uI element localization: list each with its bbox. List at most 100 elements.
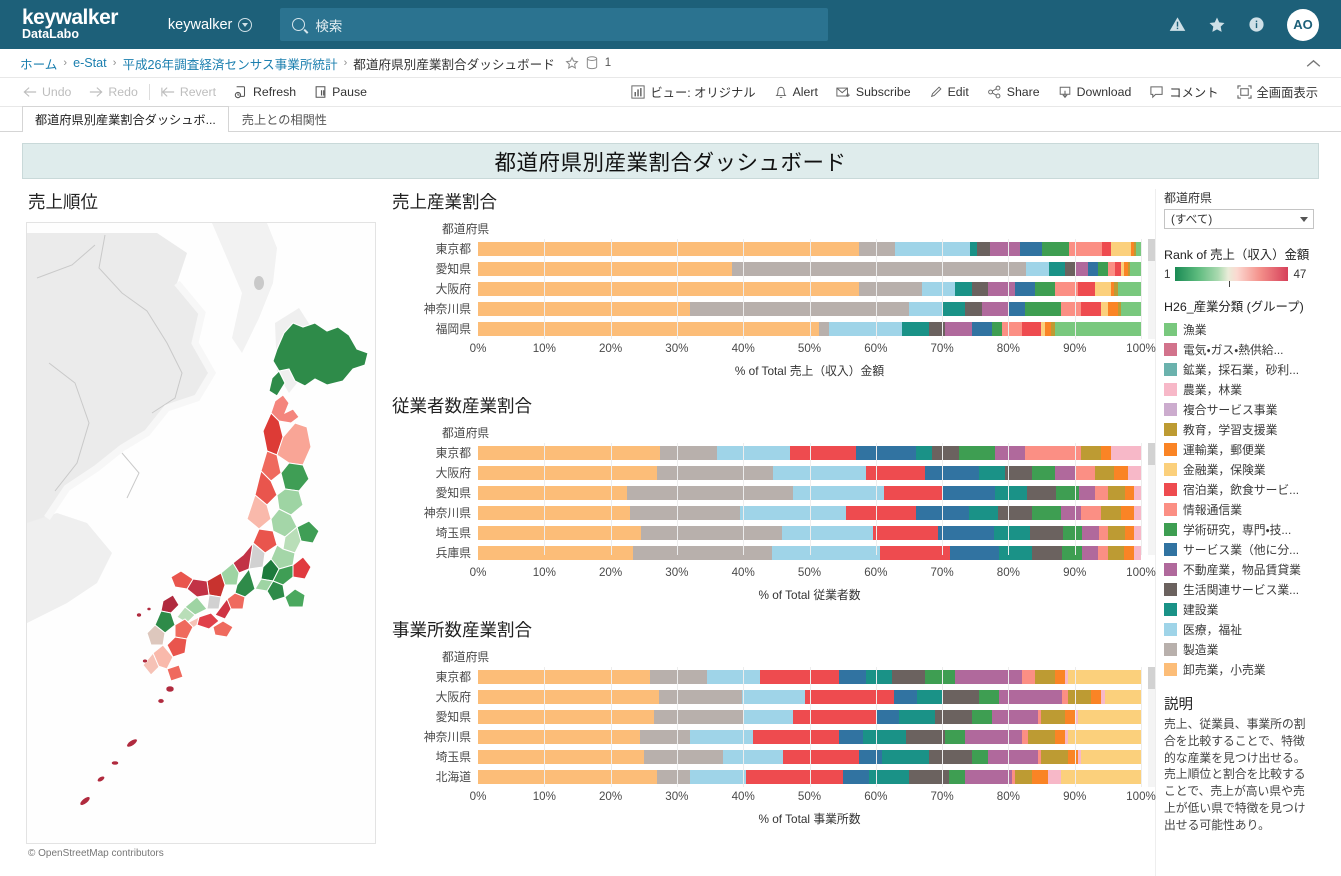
bar-segment[interactable]: [792, 710, 876, 724]
edit-button[interactable]: Edit: [920, 85, 978, 99]
bar-segment[interactable]: [1074, 466, 1095, 480]
bar-segment[interactable]: [1117, 282, 1141, 296]
bar-segment[interactable]: [660, 446, 717, 460]
avatar[interactable]: AO: [1287, 8, 1319, 41]
bar-segment[interactable]: [1127, 466, 1141, 480]
bar-segment[interactable]: [1114, 262, 1122, 276]
bar-segment[interactable]: [884, 486, 943, 500]
bars-area[interactable]: [478, 443, 1155, 560]
bar-segment[interactable]: [994, 526, 1030, 540]
bar-segment[interactable]: [657, 770, 691, 784]
bar-segment[interactable]: [1088, 262, 1099, 276]
legend-item[interactable]: 電気・ガス・熱供給...: [1164, 339, 1341, 359]
bar-segment[interactable]: [1065, 262, 1075, 276]
bar-segment[interactable]: [1031, 466, 1055, 480]
bar-segment[interactable]: [976, 242, 990, 256]
bar-segment[interactable]: [1024, 446, 1082, 460]
bar-segment[interactable]: [1129, 262, 1141, 276]
bar-segment[interactable]: [789, 446, 856, 460]
bar-segment[interactable]: [659, 690, 742, 704]
bar-segment[interactable]: [898, 710, 936, 724]
bar-segment[interactable]: [643, 750, 724, 764]
bar-segment[interactable]: [1107, 546, 1125, 560]
view-original-button[interactable]: ビュー: オリジナル: [622, 83, 764, 101]
bar-segment[interactable]: [1108, 526, 1125, 540]
legend-item[interactable]: サービス業（他に分...: [1164, 539, 1341, 559]
vertical-scrollbar[interactable]: [1148, 239, 1155, 339]
bar-segment[interactable]: [1048, 770, 1062, 784]
bar-segment[interactable]: [928, 750, 972, 764]
bar-segment[interactable]: [653, 710, 744, 724]
bar-segment[interactable]: [1082, 526, 1099, 540]
bar-segment[interactable]: [1107, 262, 1115, 276]
bar-segment[interactable]: [1101, 302, 1108, 316]
legend-item[interactable]: 製造業: [1164, 639, 1341, 659]
scrollbar-thumb[interactable]: [1148, 239, 1155, 261]
bar-segment[interactable]: [478, 730, 641, 744]
bar-segment[interactable]: [771, 546, 881, 560]
breadcrumb-item-estat[interactable]: e-Stat: [73, 56, 107, 70]
bar-segment[interactable]: [892, 670, 926, 684]
breadcrumb-item-home[interactable]: ホーム: [20, 54, 57, 73]
bar-segment[interactable]: [1068, 690, 1092, 704]
bar-segment[interactable]: [1067, 730, 1141, 744]
bar-segment[interactable]: [858, 242, 895, 256]
bar-segment[interactable]: [948, 770, 966, 784]
bar-segment[interactable]: [1014, 770, 1032, 784]
bar-segment[interactable]: [935, 710, 972, 724]
bar-segment[interactable]: [971, 710, 992, 724]
bar-segment[interactable]: [478, 446, 661, 460]
bar-segment[interactable]: [1019, 242, 1043, 256]
revert-button[interactable]: Revert: [152, 85, 225, 99]
bar-row[interactable]: [478, 707, 1141, 727]
tab-correlation[interactable]: 売上との相関性: [229, 106, 340, 132]
bar-segment[interactable]: [1111, 446, 1141, 460]
bar-segment[interactable]: [1134, 506, 1141, 520]
legend-item[interactable]: 金融業，保険業: [1164, 459, 1341, 479]
legend-item[interactable]: 情報通信業: [1164, 499, 1341, 519]
bar-segment[interactable]: [1029, 526, 1063, 540]
bar-segment[interactable]: [945, 322, 972, 336]
bar-segment[interactable]: [1061, 506, 1082, 520]
refresh-button[interactable]: Refresh: [225, 85, 305, 99]
bar-row[interactable]: [478, 543, 1141, 563]
bar-segment[interactable]: [478, 546, 634, 560]
bar-segment[interactable]: [1079, 486, 1096, 500]
redo-button[interactable]: Redo: [80, 85, 146, 99]
rank-color-legend[interactable]: 1 47: [1164, 267, 1341, 287]
bar-segment[interactable]: [1062, 526, 1083, 540]
bar-segment[interactable]: [1031, 770, 1049, 784]
bar-segment[interactable]: [478, 242, 859, 256]
bar-segment[interactable]: [706, 670, 760, 684]
legend-item[interactable]: 宿泊業，飲食サービ...: [1164, 479, 1341, 499]
bar-row[interactable]: [478, 687, 1141, 707]
bar-segment[interactable]: [1008, 302, 1025, 316]
bar-segment[interactable]: [1054, 466, 1075, 480]
pause-button[interactable]: Pause: [305, 85, 376, 99]
bar-row[interactable]: [478, 667, 1141, 687]
bar-segment[interactable]: [1098, 262, 1108, 276]
bar-segment[interactable]: [1081, 546, 1099, 560]
bar-segment[interactable]: [1034, 670, 1055, 684]
bar-segment[interactable]: [478, 506, 631, 520]
bar-segment[interactable]: [1098, 546, 1108, 560]
bar-segment[interactable]: [1001, 322, 1022, 336]
bar-segment[interactable]: [478, 690, 660, 704]
bar-segment[interactable]: [902, 322, 929, 336]
bar-segment[interactable]: [915, 446, 933, 460]
tab-dashboard[interactable]: 都道府県別産業割合ダッシュボ...: [22, 106, 229, 132]
bar-segment[interactable]: [1095, 486, 1109, 500]
bar-segment[interactable]: [991, 322, 1002, 336]
bar-segment[interactable]: [739, 506, 846, 520]
japan-choropleth-map[interactable]: [26, 222, 376, 844]
bar-segment[interactable]: [949, 546, 1000, 560]
bar-segment[interactable]: [782, 750, 860, 764]
search-input[interactable]: 検索: [280, 8, 829, 41]
bar-segment[interactable]: [908, 302, 943, 316]
legend-item[interactable]: 不動産業，物品賃貸業: [1164, 559, 1341, 579]
bars-area[interactable]: [478, 667, 1155, 787]
bar-segment[interactable]: [999, 546, 1033, 560]
legend-item[interactable]: 漁業: [1164, 319, 1341, 339]
comment-button[interactable]: コメント: [1140, 83, 1227, 101]
bar-segment[interactable]: [1094, 282, 1112, 296]
